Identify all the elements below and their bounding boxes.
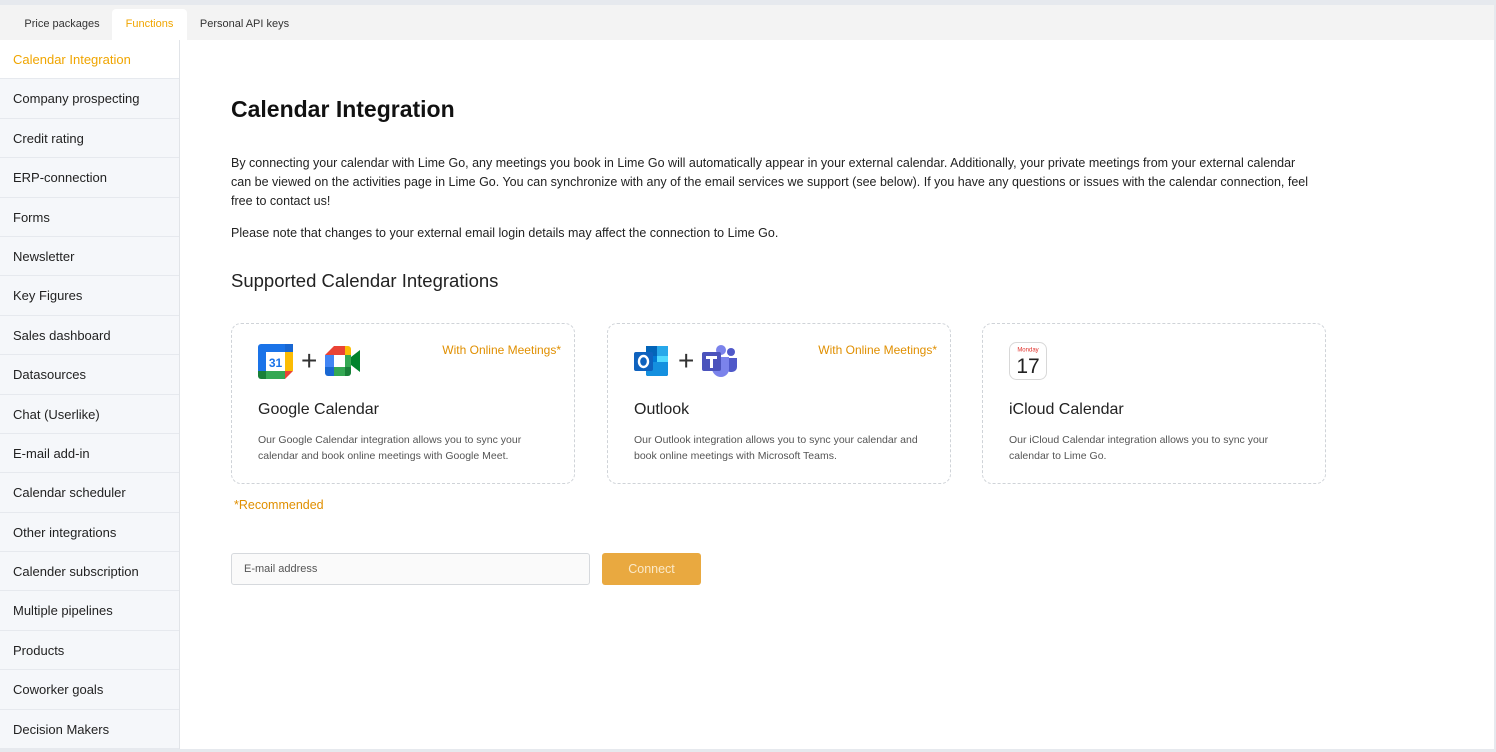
card-logos: Monday 17: [1009, 342, 1047, 380]
sidebar-item-multiple-pipelines[interactable]: Multiple pipelines: [0, 591, 179, 631]
online-meetings-badge: With Online Meetings*: [442, 343, 561, 357]
calendar-day-number: 31: [269, 356, 283, 370]
microsoft-teams-icon: [702, 344, 738, 378]
page-title: Calendar Integration: [231, 96, 455, 122]
sidebar-item-sales-dashboard[interactable]: Sales dashboard: [0, 316, 179, 356]
icloud-calendar-icon: Monday 17: [1009, 342, 1047, 380]
recommended-note: *Recommended: [234, 498, 324, 512]
card-title: Outlook: [634, 401, 690, 418]
plus-sign: +: [301, 345, 318, 376]
card-title: Google Calendar: [258, 401, 379, 418]
sidebar-item-chat-userlike[interactable]: Chat (Userlike): [0, 395, 179, 434]
sidebar-item-coworker-goals[interactable]: Coworker goals: [0, 670, 179, 710]
card-description: Our iCloud Calendar integration allows y…: [1009, 434, 1269, 462]
sidebar-item-forms[interactable]: Forms: [0, 198, 179, 237]
sidebar-item-company-prospecting[interactable]: Company prospecting: [0, 79, 179, 119]
card-description: Our Outlook integration allows you to sy…: [634, 434, 918, 462]
sidebar: Calendar Integration Company prospecting…: [0, 40, 180, 749]
google-meet-icon: [325, 346, 361, 376]
sidebar-item-calender-subscription[interactable]: Calender subscription: [0, 552, 179, 592]
outlook-card[interactable]: With Online Meetings* + Outlook Our Outl…: [607, 323, 951, 484]
top-tab-bar: Price packages Functions Personal API ke…: [0, 5, 1494, 40]
sidebar-item-erp-connection[interactable]: ERP-connection: [0, 158, 179, 198]
card-description: Our Google Calendar integration allows y…: [258, 434, 522, 462]
supported-integrations-heading: Supported Calendar Integrations: [231, 270, 499, 291]
calendar-day-number: 17: [1016, 355, 1039, 378]
sidebar-item-key-figures[interactable]: Key Figures: [0, 276, 179, 316]
sidebar-item-products[interactable]: Products: [0, 631, 179, 671]
sidebar-item-credit-rating[interactable]: Credit rating: [0, 119, 179, 159]
sidebar-item-datasources[interactable]: Datasources: [0, 355, 179, 395]
sidebar-item-newsletter[interactable]: Newsletter: [0, 237, 179, 277]
outlook-icon: [634, 344, 670, 378]
sidebar-item-calendar-integration[interactable]: Calendar Integration: [0, 40, 179, 80]
plus-sign: +: [678, 345, 695, 376]
card-title: iCloud Calendar: [1009, 401, 1124, 418]
app-window: Price packages Functions Personal API ke…: [0, 5, 1494, 749]
google-calendar-card[interactable]: With Online Meetings* 31 + Google Calend…: [231, 323, 575, 484]
intro-text: By connecting your calendar with Lime Go…: [231, 156, 1308, 208]
connect-button[interactable]: Connect: [602, 553, 701, 585]
tab-personal-api-keys[interactable]: Personal API keys: [189, 9, 300, 40]
email-input[interactable]: [231, 553, 590, 585]
sidebar-item-email-add-in[interactable]: E-mail add-in: [0, 434, 179, 474]
tab-functions[interactable]: Functions: [112, 9, 187, 40]
sidebar-item-other-integrations[interactable]: Other integrations: [0, 513, 179, 553]
note-text: Please note that changes to your externa…: [231, 226, 779, 240]
google-calendar-icon: 31: [258, 343, 293, 379]
card-logos: +: [634, 344, 738, 378]
icloud-calendar-card[interactable]: Monday 17 iCloud Calendar Our iCloud Cal…: [982, 323, 1326, 484]
calendar-weekday: Monday: [1017, 348, 1038, 354]
card-logos: 31 +: [258, 343, 361, 379]
sidebar-item-decision-makers[interactable]: Decision Makers: [0, 710, 179, 749]
online-meetings-badge: With Online Meetings*: [818, 343, 937, 357]
tab-price-packages[interactable]: Price packages: [12, 9, 112, 40]
sidebar-item-calendar-scheduler[interactable]: Calendar scheduler: [0, 473, 179, 513]
